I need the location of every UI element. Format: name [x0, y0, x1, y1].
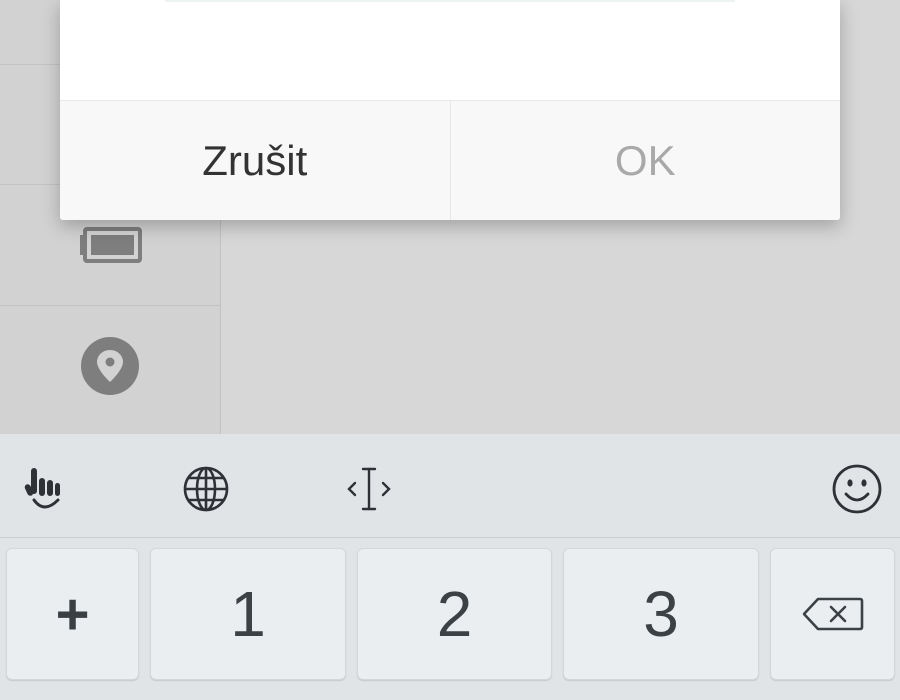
key-3[interactable]: 3: [563, 548, 759, 680]
ok-button[interactable]: OK: [451, 101, 841, 220]
plus-key[interactable]: +: [6, 548, 139, 680]
keyboard-toolbar: [0, 434, 900, 538]
location-icon: [81, 337, 139, 395]
key-2-label: 2: [436, 578, 473, 650]
sidebar-row: [0, 305, 220, 428]
smiley-icon[interactable]: [831, 463, 883, 515]
dialog: Zrušit OK: [60, 0, 840, 220]
key-1-label: 1: [230, 578, 266, 650]
globe-icon[interactable]: [182, 465, 230, 513]
hand-gesture-icon[interactable]: [22, 464, 70, 516]
dialog-input-underline: [165, 0, 735, 2]
text-cursor-icon[interactable]: [345, 465, 393, 513]
backspace-key[interactable]: [770, 548, 895, 680]
key-2[interactable]: 2: [357, 548, 552, 680]
dialog-button-bar: Zrušit OK: [60, 100, 840, 220]
battery-icon: [80, 227, 142, 263]
key-1[interactable]: 1: [150, 548, 346, 680]
key-3-label: 3: [643, 578, 679, 650]
cancel-button[interactable]: Zrušit: [60, 101, 451, 220]
keyboard: + 1 2 3: [0, 434, 900, 700]
plus-key-label: +: [55, 581, 90, 647]
backspace-icon: [802, 597, 863, 631]
